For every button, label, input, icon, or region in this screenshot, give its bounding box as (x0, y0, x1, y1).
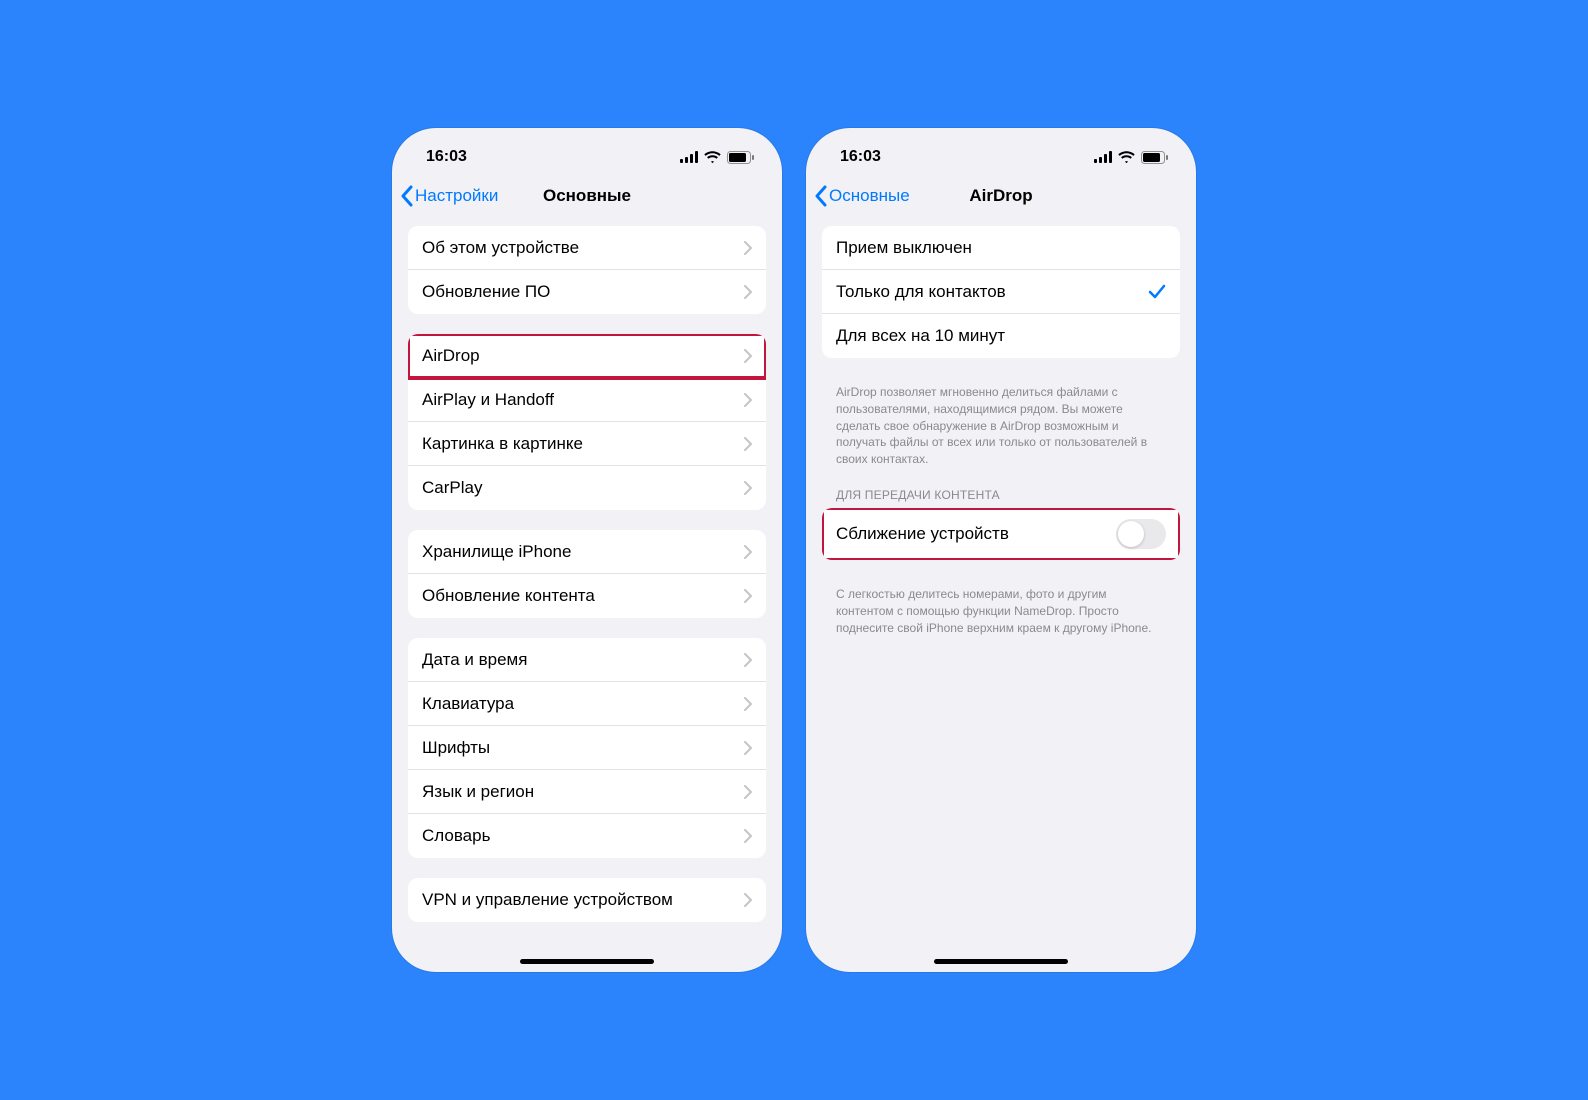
page-title: Основные (543, 186, 631, 206)
chevron-right-icon (744, 241, 752, 255)
battery-icon (1141, 151, 1168, 164)
back-label: Основные (829, 186, 910, 206)
toggle-switch[interactable] (1116, 519, 1166, 549)
wifi-icon (704, 151, 721, 163)
settings-row[interactable]: Об этом устройстве (408, 226, 766, 270)
row-label: Хранилище iPhone (422, 542, 571, 562)
settings-row[interactable]: VPN и управление устройством (408, 878, 766, 922)
section-header: ДЛЯ ПЕРЕДАЧИ КОНТЕНТА (822, 488, 1180, 508)
row-label: Словарь (422, 826, 490, 846)
row-label: Дата и время (422, 650, 527, 670)
row-label: AirPlay и Handoff (422, 390, 554, 410)
back-button[interactable]: Основные (814, 185, 910, 207)
row-label: Прием выключен (836, 238, 972, 258)
row-label: Шрифты (422, 738, 490, 758)
chevron-right-icon (744, 349, 752, 363)
chevron-right-icon (744, 893, 752, 907)
chevron-right-icon (744, 481, 752, 495)
wifi-icon (1118, 151, 1135, 163)
row-label: Для всех на 10 минут (836, 326, 1005, 346)
settings-row[interactable]: Словарь (408, 814, 766, 858)
chevron-right-icon (744, 285, 752, 299)
nav-bar: Основные AirDrop (806, 174, 1196, 218)
settings-group: VPN и управление устройством (408, 878, 766, 922)
page-title: AirDrop (969, 186, 1032, 206)
row-label: CarPlay (422, 478, 482, 498)
settings-row[interactable]: Для всех на 10 минут (822, 314, 1180, 358)
chevron-right-icon (744, 697, 752, 711)
status-icons (1094, 151, 1168, 164)
section-footer: С легкостью делитесь номерами, фото и др… (822, 580, 1180, 636)
chevron-right-icon (744, 741, 752, 755)
row-label: AirDrop (422, 346, 480, 366)
settings-row[interactable]: Обновление контента (408, 574, 766, 618)
settings-list[interactable]: Прием выключен Только для контактов Для вс… (806, 218, 1196, 972)
settings-row[interactable]: Язык и регион (408, 770, 766, 814)
settings-group: Прием выключен Только для контактов Для вс… (822, 226, 1180, 358)
back-button[interactable]: Настройки (400, 185, 498, 207)
chevron-right-icon (744, 785, 752, 799)
nav-bar: Настройки Основные (392, 174, 782, 218)
home-indicator[interactable] (934, 959, 1068, 964)
row-label: Обновление ПО (422, 282, 550, 302)
cellular-icon (680, 151, 698, 163)
settings-group: Дата и время Клавиатура Шрифты Язык и регио… (408, 638, 766, 858)
settings-row[interactable]: Дата и время (408, 638, 766, 682)
status-time: 16:03 (840, 148, 881, 166)
settings-group: Сближение устройств (822, 508, 1180, 560)
back-label: Настройки (415, 186, 498, 206)
section-footer: AirDrop позволяет мгновенно делиться фай… (822, 378, 1180, 468)
cellular-icon (1094, 151, 1112, 163)
row-label: Клавиатура (422, 694, 514, 714)
chevron-right-icon (744, 437, 752, 451)
chevron-left-icon (814, 185, 827, 207)
row-label: Язык и регион (422, 782, 534, 802)
settings-row[interactable]: Только для контактов (822, 270, 1180, 314)
checkmark-icon (1148, 284, 1166, 300)
row-label: Обновление контента (422, 586, 595, 606)
row-label: Только для контактов (836, 282, 1006, 302)
settings-group: AirDrop AirPlay и Handoff Картинка в карти… (408, 334, 766, 510)
row-label: Об этом устройстве (422, 238, 579, 258)
home-indicator[interactable] (520, 959, 654, 964)
status-bar: 16:03 (806, 128, 1196, 174)
settings-row[interactable]: Картинка в картинке (408, 422, 766, 466)
chevron-right-icon (744, 589, 752, 603)
row-label: VPN и управление устройством (422, 890, 673, 910)
settings-row[interactable]: AirPlay и Handoff (408, 378, 766, 422)
phone-airdrop-settings: 16:03 Основные AirDrop Прием выключен Тол… (806, 128, 1196, 972)
settings-row[interactable]: Сближение устройств (822, 508, 1180, 560)
chevron-left-icon (400, 185, 413, 207)
chevron-right-icon (744, 829, 752, 843)
phone-general-settings: 16:03 Настройки Основные Об этом устройс… (392, 128, 782, 972)
chevron-right-icon (744, 393, 752, 407)
settings-group: Хранилище iPhone Обновление контента (408, 530, 766, 618)
settings-row[interactable]: Хранилище iPhone (408, 530, 766, 574)
settings-list[interactable]: Об этом устройствеОбновление ПОAirDropAi… (392, 218, 782, 972)
chevron-right-icon (744, 545, 752, 559)
status-time: 16:03 (426, 148, 467, 166)
settings-group: Об этом устройстве Обновление ПО (408, 226, 766, 314)
settings-row[interactable]: Клавиатура (408, 682, 766, 726)
status-icons (680, 151, 754, 164)
settings-row[interactable]: Прием выключен (822, 226, 1180, 270)
status-bar: 16:03 (392, 128, 782, 174)
settings-row[interactable]: CarPlay (408, 466, 766, 510)
settings-row[interactable]: Шрифты (408, 726, 766, 770)
settings-row[interactable]: AirDrop (408, 334, 766, 378)
battery-icon (727, 151, 754, 164)
chevron-right-icon (744, 653, 752, 667)
row-label: Сближение устройств (836, 524, 1009, 544)
settings-row[interactable]: Обновление ПО (408, 270, 766, 314)
row-label: Картинка в картинке (422, 434, 583, 454)
